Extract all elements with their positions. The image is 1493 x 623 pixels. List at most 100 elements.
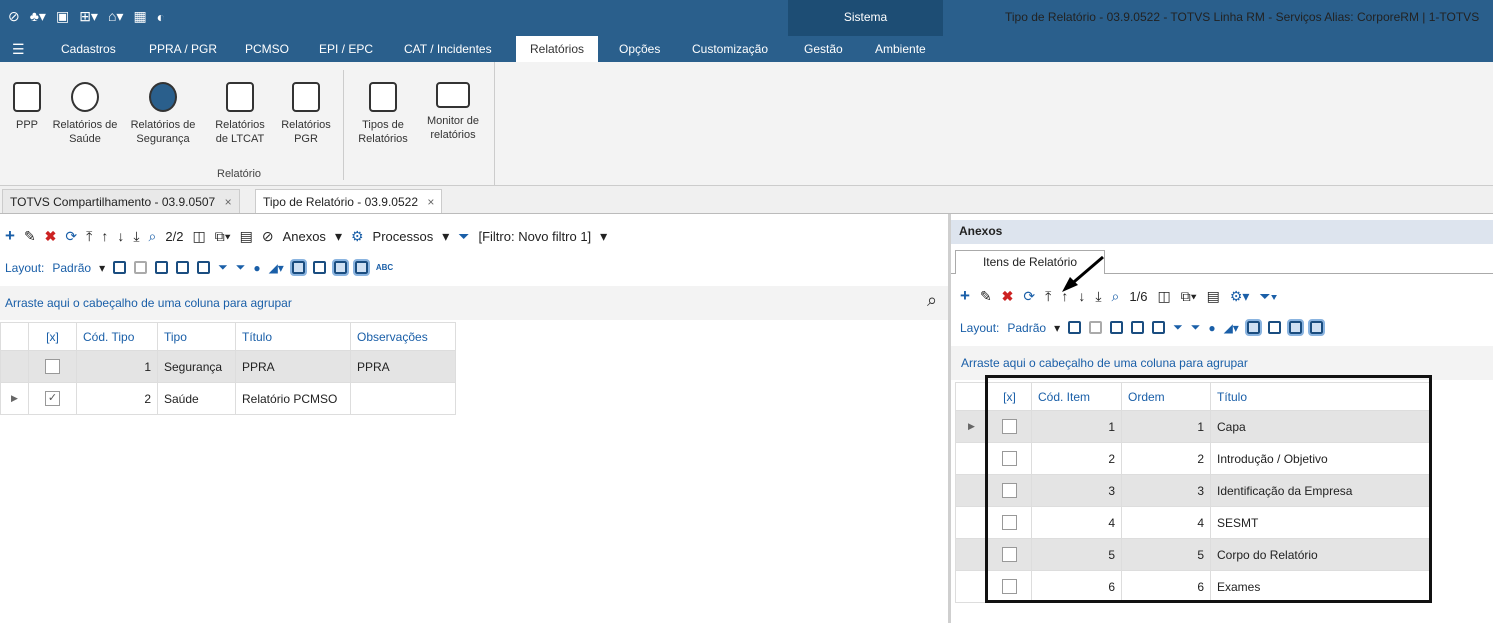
save-layout-icon[interactable] (155, 261, 169, 274)
chart-icon[interactable]: ◢▾ (269, 261, 284, 275)
download-layout-icon[interactable] (1152, 321, 1166, 334)
columns-icon[interactable]: ◫ (192, 228, 205, 245)
layout-select[interactable]: Padrão (52, 261, 91, 275)
add-icon[interactable]: + (5, 226, 15, 246)
first-record-icon[interactable]: ⤒ (1045, 288, 1051, 305)
add-layout-icon[interactable] (1068, 321, 1082, 334)
filter-clear-icon[interactable]: ⏷ (1191, 320, 1201, 335)
refresh-icon[interactable]: ⟳ (65, 228, 77, 245)
column-titulo[interactable]: Título (235, 322, 351, 351)
row-checkbox[interactable]: ✓ (45, 391, 60, 407)
delete-icon[interactable]: ✖ (45, 228, 57, 245)
filter-row-icon[interactable]: ⏷ (1173, 320, 1183, 335)
chart-icon[interactable]: ◢▾ (1224, 321, 1239, 335)
save-layout-icon[interactable] (1110, 321, 1124, 334)
gear-icon[interactable]: ⚙ (351, 228, 364, 245)
left-group-bar[interactable]: Arraste aqui o cabeçalho de uma coluna p… (0, 286, 948, 320)
export-icon[interactable]: ⧉▾ (215, 228, 231, 245)
anexos-dropdown-icon[interactable]: ▾ (335, 228, 342, 245)
layout-dropdown-icon[interactable]: ▾ (1054, 321, 1060, 335)
tab-totvs-compartilhamento[interactable]: TOTVS Compartilhamento - 03.9.0507 × (2, 189, 240, 213)
detail-toggle-icon[interactable] (352, 259, 370, 276)
grid-search-icon[interactable]: ⌕ (927, 290, 937, 311)
monitor-relatorios-button[interactable]: Monitor de relatórios (418, 82, 488, 142)
processos-dropdown-icon[interactable]: ▾ (442, 228, 449, 245)
menu-cat-incidentes[interactable]: CAT / Incidentes (402, 36, 494, 62)
row-checkbox[interactable] (45, 359, 60, 375)
document-icon[interactable]: ▤ (240, 228, 253, 245)
column-checkbox[interactable]: [x] (28, 322, 77, 351)
delete-icon[interactable]: ✖ (1002, 288, 1014, 305)
detail-toggle-icon[interactable] (1307, 319, 1325, 336)
menu-relatorios[interactable]: Relatórios (516, 36, 599, 62)
column-cod-tipo[interactable]: Cód. Tipo (76, 322, 158, 351)
upload-layout-icon[interactable] (1131, 321, 1145, 334)
menu-ambiente[interactable]: Ambiente (873, 36, 928, 62)
filter-clear-icon[interactable]: ⏷ (236, 260, 246, 275)
gear-icon[interactable]: ⚙▾ (1230, 288, 1250, 305)
app-logo-icon[interactable]: ⊘ (8, 8, 20, 25)
remove-layout-icon[interactable] (134, 261, 148, 274)
menu-pcmso[interactable]: PCMSO (243, 36, 291, 62)
relatorios-ltcat-button[interactable]: Relatórios de LTCAT (208, 82, 272, 146)
relatorios-saude-button[interactable]: Relatórios de Saúde (50, 82, 120, 146)
add-icon[interactable]: + (960, 286, 970, 306)
search-icon[interactable]: ⌕ (149, 228, 157, 245)
column-tipo[interactable]: Tipo (157, 322, 236, 351)
menu-gestao[interactable]: Gestão (802, 36, 845, 62)
next-record-icon[interactable]: ↓ (117, 228, 124, 244)
first-record-icon[interactable]: ⤒ (86, 228, 92, 245)
filter-icon[interactable]: ⏷▾ (1259, 288, 1277, 305)
ppp-button[interactable]: PPP (10, 82, 44, 132)
menu-ppra-pgr[interactable]: PPRA / PGR (147, 36, 219, 62)
filter-dropdown-icon[interactable]: ▾ (600, 228, 607, 245)
color-fill-icon[interactable]: ● (253, 261, 260, 275)
header-toggle-icon[interactable] (1286, 319, 1304, 336)
color-fill-icon[interactable]: ● (1208, 321, 1215, 335)
layout-dropdown-icon[interactable]: ▾ (99, 261, 105, 275)
menu-epi-epc[interactable]: EPI / EPC (317, 36, 375, 62)
filter-icon[interactable]: ⏷ (458, 228, 469, 245)
hierarchy-icon[interactable]: ♣▾ (30, 8, 46, 25)
processos-button[interactable]: Processos (373, 229, 434, 244)
layout-select[interactable]: Padrão (1007, 321, 1046, 335)
header-toggle-icon[interactable] (331, 259, 349, 276)
remove-layout-icon[interactable] (1089, 321, 1103, 334)
export-icon[interactable]: ⧉▾ (1181, 288, 1197, 305)
footer-toggle-icon[interactable] (289, 259, 307, 276)
calculator-icon[interactable]: ▦ (133, 8, 146, 25)
table-row[interactable]: ▶ ✓ 2 Saúde Relatório PCMSO (0, 382, 456, 415)
add-layout-icon[interactable] (113, 261, 127, 274)
screen-icon[interactable]: ▣ (56, 8, 69, 25)
edit-icon[interactable]: ✎ (980, 288, 992, 305)
upload-layout-icon[interactable] (176, 261, 190, 274)
relatorios-seguranca-button[interactable]: Relatórios de Segurança (122, 82, 204, 146)
relatorios-pgr-button[interactable]: Relatórios PGR (274, 82, 338, 146)
menu-customizacao[interactable]: Customização (690, 36, 770, 62)
attachment-icon[interactable]: ⊘ (262, 228, 274, 245)
power-icon[interactable]: ◐ (157, 9, 165, 25)
refresh-icon[interactable]: ⟳ (1023, 288, 1035, 305)
splitter[interactable] (948, 214, 951, 623)
download-layout-icon[interactable] (197, 261, 211, 274)
footer-toggle-icon[interactable] (1244, 319, 1262, 336)
screen-plus-icon[interactable]: ⊞▾ (79, 8, 98, 25)
tipos-relatorios-button[interactable]: Tipos de Relatórios (350, 82, 416, 146)
close-tab-icon[interactable]: × (427, 195, 434, 209)
split-view-icon[interactable] (312, 261, 326, 274)
menu-cadastros[interactable]: Cadastros (59, 36, 118, 62)
document-icon[interactable]: ▤ (1207, 288, 1220, 305)
columns-icon[interactable]: ◫ (1157, 288, 1170, 305)
previous-record-icon[interactable]: ↑ (101, 228, 108, 244)
split-view-icon[interactable] (1267, 321, 1281, 334)
tab-tipo-relatorio[interactable]: Tipo de Relatório - 03.9.0522 × (255, 189, 443, 213)
menu-opcoes[interactable]: Opções (617, 36, 662, 62)
close-tab-icon[interactable]: × (225, 195, 232, 209)
main-menu-icon[interactable]: ☰ (12, 41, 25, 58)
home-icon[interactable]: ⌂▾ (108, 8, 123, 25)
column-observacoes[interactable]: Observações (350, 322, 456, 351)
table-row[interactable]: 1 Segurança PPRA PPRA (0, 350, 456, 383)
filter-row-icon[interactable]: ⏷ (218, 260, 228, 275)
spellcheck-icon[interactable]: ABC (376, 263, 393, 272)
edit-icon[interactable]: ✎ (24, 228, 36, 245)
